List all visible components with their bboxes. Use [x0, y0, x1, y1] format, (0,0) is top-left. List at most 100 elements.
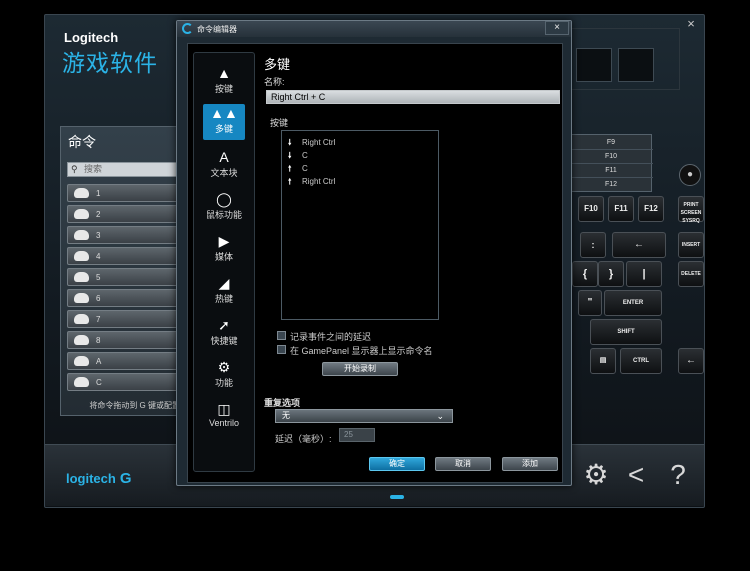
search-icon: ⚲: [71, 164, 78, 174]
page-indicator[interactable]: [390, 495, 404, 499]
text-block-icon: A: [219, 149, 229, 165]
settings-gear-icon[interactable]: ⚙: [580, 458, 612, 492]
sidebar-item-keystroke[interactable]: ▲ 按键: [203, 64, 245, 100]
key-backspace[interactable]: ←: [612, 232, 666, 258]
key-quote[interactable]: ": [578, 290, 602, 316]
add-button[interactable]: 添加: [502, 457, 558, 471]
command-item[interactable]: 3: [67, 226, 180, 244]
key-icon: [74, 377, 89, 387]
command-item[interactable]: A: [67, 352, 180, 370]
app-subtitle: 游戏软件: [62, 50, 158, 76]
key-enter[interactable]: ENTER: [604, 290, 662, 316]
sidebar-label: 媒体: [214, 252, 233, 262]
name-input[interactable]: Right Ctrl + C: [266, 90, 560, 104]
key-menu[interactable]: ▤: [590, 348, 616, 374]
keystroke-row[interactable]: 🠗 C: [288, 150, 308, 164]
gkey-slot[interactable]: [576, 48, 612, 82]
share-icon[interactable]: <: [620, 458, 652, 492]
fkey-overlay: F9 F10 F11 F12: [568, 134, 653, 192]
command-label: 1: [96, 189, 101, 198]
delay-label: 延迟（毫秒）:: [275, 434, 332, 444]
keystroke-key: Right Ctrl: [302, 177, 336, 186]
commands-search-input[interactable]: ⚲ 搜索: [67, 162, 180, 177]
gear-icon: ⚙: [217, 359, 231, 375]
sidebar-item-mouse[interactable]: ◯ 鼠标功能: [203, 190, 245, 226]
command-item[interactable]: 2: [67, 205, 180, 223]
sidebar-item-multikey[interactable]: ▲▲ 多键: [203, 104, 245, 140]
gkey-slot[interactable]: [618, 48, 654, 82]
command-item[interactable]: 8: [67, 331, 180, 349]
help-icon[interactable]: ?: [662, 458, 694, 492]
command-item[interactable]: 6: [67, 289, 180, 307]
sidebar-item-hotkey[interactable]: ◢ 热键: [203, 274, 245, 310]
key-icon: [74, 251, 89, 261]
command-item[interactable]: 5: [67, 268, 180, 286]
ok-button[interactable]: 确定: [369, 457, 425, 471]
keystroke-row[interactable]: 🠗 Right Ctrl: [288, 137, 335, 151]
key-icon: [74, 230, 89, 240]
sidebar-label: 功能: [214, 378, 233, 388]
key-icon: [74, 335, 89, 345]
key-icon: [74, 293, 89, 303]
key-f10[interactable]: F10: [578, 196, 604, 222]
keystroke-key: Right Ctrl: [302, 138, 336, 147]
fkey-f9[interactable]: F9: [569, 136, 653, 150]
command-item[interactable]: 7: [67, 310, 180, 328]
command-item[interactable]: 1: [67, 184, 180, 202]
key-insert[interactable]: INSERT: [678, 232, 704, 258]
sidebar-item-ventrilo[interactable]: ◫ Ventrilo: [203, 400, 245, 436]
sidebar-label: 热键: [214, 294, 233, 304]
key-f12[interactable]: F12: [638, 196, 664, 222]
key-close-brace[interactable]: }: [598, 261, 624, 287]
keystrokes-label: 按键: [270, 118, 289, 128]
repeat-options-select[interactable]: 无 ⌄: [275, 409, 453, 423]
start-recording-button[interactable]: 开始录制: [322, 362, 398, 376]
repeat-value: 无: [282, 411, 290, 420]
mouse-icon: ◯: [216, 191, 232, 207]
name-label: 名称:: [264, 77, 285, 87]
keystroke-row[interactable]: 🠕 Right Ctrl: [288, 176, 335, 190]
key-icon: ▲: [217, 65, 231, 81]
fkey-f10[interactable]: F10: [569, 150, 653, 164]
arrow-down-icon: 🠗: [288, 151, 292, 160]
hotkey-icon: ◢: [218, 275, 230, 291]
key-shift[interactable]: SHIFT: [590, 319, 662, 345]
volume-knob-icon[interactable]: ●: [679, 164, 701, 186]
key-f11[interactable]: F11: [608, 196, 634, 222]
main-close-button[interactable]: ×: [683, 16, 699, 32]
fkey-f12[interactable]: F12: [569, 178, 653, 192]
show-gamepanel-label: 在 GamePanel 显示器上显示命令名: [290, 346, 433, 356]
key-semicolon[interactable]: :: [580, 232, 606, 258]
key-ctrl[interactable]: CTRL: [620, 348, 662, 374]
command-item[interactable]: 4: [67, 247, 180, 265]
sidebar-item-shortcut[interactable]: ➚ 快捷键: [203, 316, 245, 352]
sidebar-label: 鼠标功能: [205, 210, 242, 220]
sidebar-item-text-block[interactable]: A 文本块: [203, 148, 245, 184]
media-play-icon: ▶: [218, 233, 230, 249]
show-gamepanel-checkbox[interactable]: [277, 345, 286, 354]
key-open-brace[interactable]: {: [572, 261, 598, 287]
key-print-screen[interactable]: PRINT SCREEN SYSRQ: [678, 196, 704, 224]
command-item[interactable]: C: [67, 373, 180, 391]
key-icon: [74, 188, 89, 198]
sidebar-item-function[interactable]: ⚙ 功能: [203, 358, 245, 394]
cancel-button[interactable]: 取消: [435, 457, 491, 471]
fkey-f11[interactable]: F11: [569, 164, 653, 178]
command-label: 8: [96, 336, 101, 345]
headset-icon: ◫: [217, 401, 231, 417]
keystroke-row[interactable]: 🠕 C: [288, 163, 308, 177]
command-label: 7: [96, 315, 101, 324]
delay-input[interactable]: 25: [339, 428, 375, 442]
dialog-close-button[interactable]: ×: [545, 21, 569, 35]
key-delete[interactable]: DELETE: [678, 261, 704, 287]
sidebar-item-media[interactable]: ▶ 媒体: [203, 232, 245, 268]
record-delays-checkbox[interactable]: [277, 331, 286, 340]
multikey-icon: ▲▲: [210, 105, 238, 121]
commands-title: 命令: [68, 134, 96, 150]
command-label: 4: [96, 252, 101, 261]
key-left-arrow[interactable]: ←: [678, 348, 704, 374]
key-pipe[interactable]: |: [626, 261, 662, 287]
sidebar-label: 多键: [214, 124, 233, 134]
g-logo-icon: G: [119, 470, 132, 487]
g-logo-icon: [182, 23, 193, 34]
